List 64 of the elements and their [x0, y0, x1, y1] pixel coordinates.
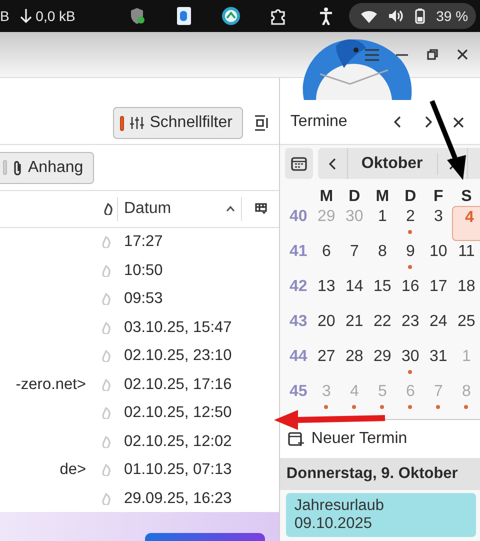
calendar-day[interactable]: 17: [424, 276, 452, 311]
weekday-label: M: [374, 187, 390, 206]
calendar-day[interactable]: 20: [312, 311, 340, 346]
sender-text: de>: [60, 461, 86, 478]
new-event-button[interactable]: Neuer Termin: [280, 419, 480, 458]
week-number: 45: [288, 382, 308, 402]
week-number: 42: [288, 277, 308, 297]
calendar-day[interactable]: 2: [396, 206, 424, 241]
day-header: Donnerstag, 9. Oktober: [280, 458, 480, 490]
weekday-label: D: [348, 187, 362, 206]
calendar-day[interactable]: 1: [368, 206, 396, 241]
weekday-label: F: [432, 187, 444, 206]
date-cell-text: 02.10.25, 17:16: [123, 376, 232, 394]
quick-filter-button[interactable]: Schnellfilter: [112, 107, 244, 139]
calendar-day[interactable]: 22: [368, 311, 396, 346]
calendar-day[interactable]: 25: [452, 311, 480, 346]
month-label: Oktober: [348, 152, 438, 174]
date-cell-text: 02.10.25, 12:02: [123, 432, 232, 451]
calendar-day[interactable]: 6: [312, 241, 340, 276]
calendar-day[interactable]: 13: [312, 276, 340, 311]
calendar-day[interactable]: 7: [340, 241, 368, 276]
date-cell-text: 03.10.25, 15:47: [123, 318, 232, 337]
calendar-day[interactable]: 23: [396, 311, 424, 346]
calendar-day[interactable]: 30: [396, 346, 424, 381]
calendar-day[interactable]: 14: [340, 276, 368, 311]
pane-title: Termine: [290, 113, 348, 131]
calendar-day[interactable]: 16: [396, 276, 424, 311]
battery-percentage: 39 %: [436, 8, 468, 24]
calendar-day[interactable]: 3: [424, 206, 452, 241]
date-cell-text: 02.10.25, 12:50: [123, 404, 232, 422]
event-date: 09.10.2025: [294, 515, 373, 533]
calendar-day[interactable]: 18: [452, 276, 480, 311]
calendar-day[interactable]: 11: [452, 241, 480, 276]
calendar-day[interactable]: 21: [340, 311, 368, 346]
attachment-filter-button[interactable]: Anhang: [0, 152, 94, 184]
event-title: Jahresurlaub: [294, 497, 386, 515]
calendar-day[interactable]: 28: [340, 346, 368, 381]
date-cell-text: 17:27: [123, 233, 163, 252]
calendar-day[interactable]: 31: [424, 346, 452, 381]
date-cell-text: 29.09.25, 16:23: [123, 490, 232, 508]
date-cell-text: 09:53: [123, 290, 163, 308]
calendar-day[interactable]: 29: [368, 346, 396, 381]
network-speed: B: [0, 8, 10, 24]
date-column-header[interactable]: Datum: [118, 197, 242, 221]
calendar-day[interactable]: 15: [368, 276, 396, 311]
calendar-day[interactable]: 8: [368, 241, 396, 276]
week-number: 40: [288, 207, 308, 227]
column-title: Datum: [124, 200, 172, 218]
weekday-label: S: [460, 187, 473, 206]
weekday-label: D: [404, 187, 418, 206]
date-cell-text: 01.10.25, 07:13: [123, 461, 232, 480]
week-number: 44: [288, 347, 308, 367]
calendar-day[interactable]: 9: [396, 241, 424, 276]
calendar-day[interactable]: 10: [424, 241, 452, 276]
download-speed: 0,0 kB: [36, 8, 76, 24]
date-cell-text: 02.10.25, 23:10: [123, 347, 232, 366]
event-card[interactable]: Jahresurlaub 09.10.2025: [286, 493, 476, 537]
week-number: 43: [288, 312, 308, 332]
week-number: 41: [288, 242, 308, 262]
date-cell-text: 10:50: [123, 262, 163, 280]
calendar-day[interactable]: 27: [312, 346, 340, 381]
sender-text: -zero.net>: [16, 376, 86, 393]
calendar-day[interactable]: 24: [424, 311, 452, 346]
weekday-label: M: [318, 187, 334, 206]
